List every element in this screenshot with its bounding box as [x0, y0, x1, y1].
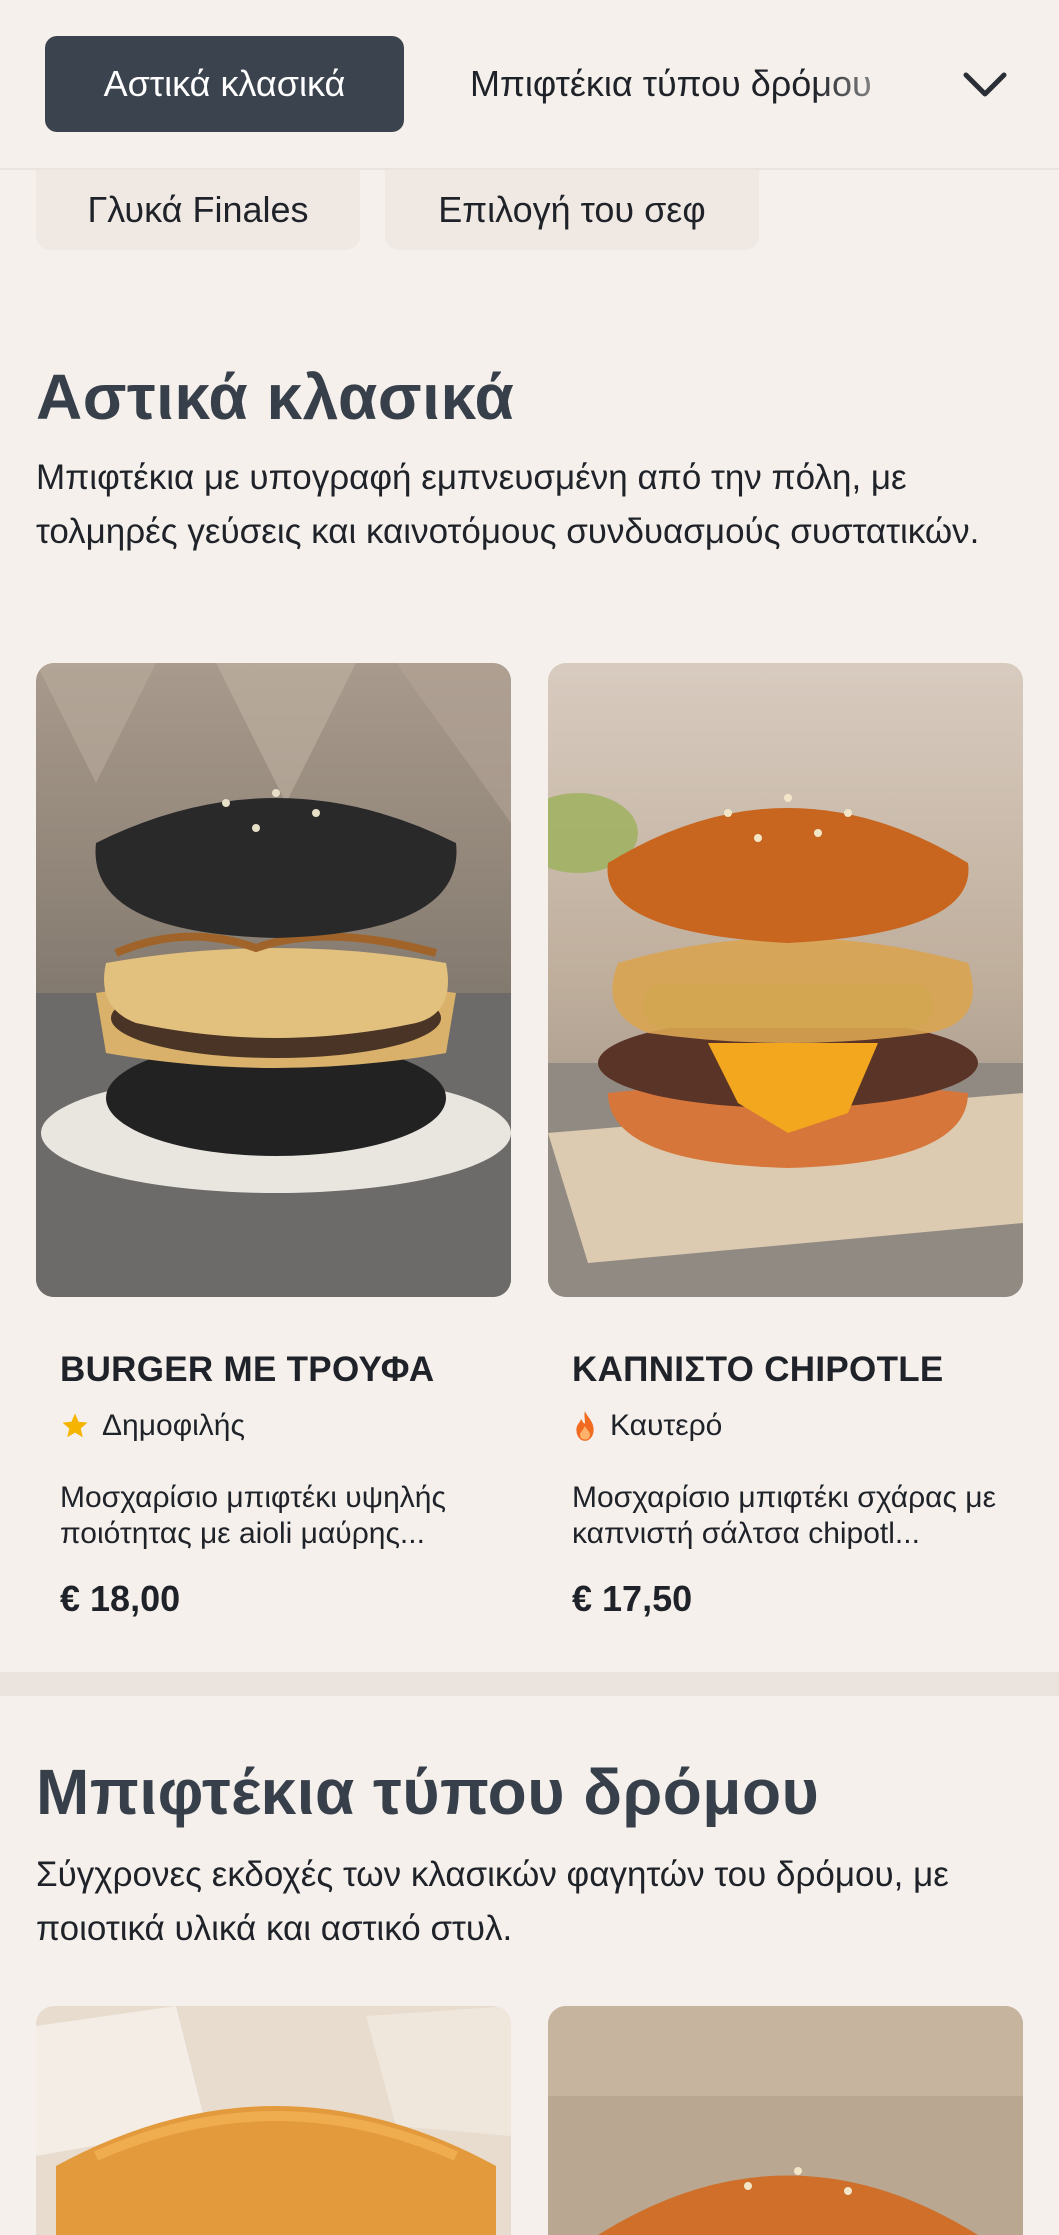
section-title: Μπιφτέκια τύπου δρόμου — [36, 1756, 820, 1828]
chevron-down-icon — [963, 72, 1007, 97]
menu-item-badge: Δημοφιλής — [60, 1409, 245, 1443]
badge-label: Δημοφιλής — [102, 1409, 245, 1442]
star-icon — [62, 1413, 88, 1438]
burger-photo[interactable] — [36, 2006, 511, 2235]
category-nav: Αστικά κλασικά Μπιφτέκια τύπου δρόμου — [0, 0, 1059, 170]
burger-photo[interactable] — [548, 2006, 1023, 2235]
expand-categories-button[interactable] — [950, 50, 1020, 120]
menu-item-name: ΚΑΠΝΙΣΤΟ CHIPOTLE — [572, 1350, 944, 1389]
menu-item-price: € 17,50 — [572, 1578, 693, 1619]
menu-item-name: BURGER ΜΕ ΤΡΟΥΦΑ — [60, 1350, 435, 1389]
menu-item-price: € 18,00 — [60, 1578, 181, 1619]
category-chip-desserts[interactable]: Γλυκά Finales — [36, 170, 360, 250]
category-tab-active[interactable]: Αστικά κλασικά — [45, 36, 404, 132]
category-tab-next[interactable]: Μπιφτέκια τύπου δρόμου — [470, 36, 910, 132]
burger-photo — [548, 663, 1023, 1297]
burger-photo — [36, 663, 511, 1297]
flame-icon — [576, 1411, 594, 1441]
category-chip-chef-choice[interactable]: Επιλογή του σεφ — [385, 170, 759, 250]
badge-label: Καυτερό — [610, 1409, 723, 1442]
section-divider — [0, 1672, 1059, 1696]
menu-item-description: Μοσχαρίσιο μπιφτέκι υψηλής ποιότητας με … — [60, 1481, 446, 1550]
menu-item-description: Μοσχαρίσιο μπιφτέκι σχάρας με καπνιστή σ… — [572, 1481, 996, 1550]
section-title: Αστικά κλασικά — [36, 361, 515, 433]
section-description: Σύγχρονες εκδοχές των κλασικών φαγητών τ… — [36, 1855, 949, 1948]
menu-item-badge: Καυτερό — [572, 1409, 722, 1443]
section-description: Μπιφτέκια με υπογραφή εμπνευσμένη από τη… — [36, 458, 980, 551]
